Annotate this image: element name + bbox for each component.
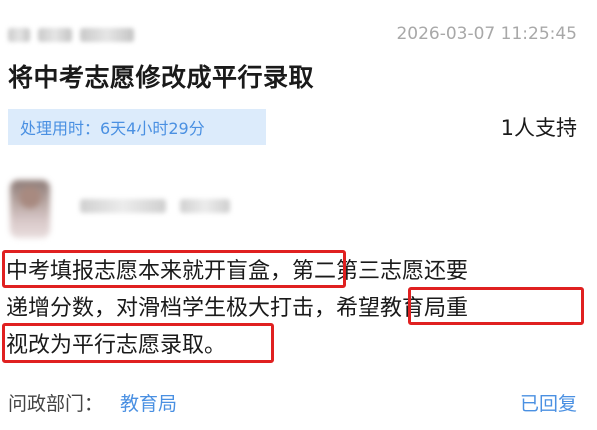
dept-name-link[interactable]: 教育局 — [120, 389, 177, 416]
red-highlight-box-2 — [408, 287, 584, 325]
red-highlight-box-3 — [2, 323, 274, 363]
comment-text-2: 递增分数，对滑档学生极大打击， — [6, 296, 337, 321]
red-highlight-box-1 — [2, 250, 346, 288]
post-title: 将中考志愿修改成平行录取 — [8, 63, 315, 92]
processing-time-text: 处理用时：6天4小时29分 — [20, 119, 205, 138]
blurred-commenter-name — [80, 196, 280, 216]
support-count[interactable]: 1人支持 — [501, 112, 577, 142]
dept-label: 问政部门： — [8, 393, 104, 415]
post-timestamp: 2026-03-07 11:25:45 — [396, 24, 577, 44]
blurred-username — [8, 24, 148, 48]
reply-status-link[interactable]: 已回复 — [520, 389, 577, 416]
avatar — [10, 180, 50, 238]
processing-time-badge: 处理用时：6天4小时29分 — [8, 109, 266, 145]
